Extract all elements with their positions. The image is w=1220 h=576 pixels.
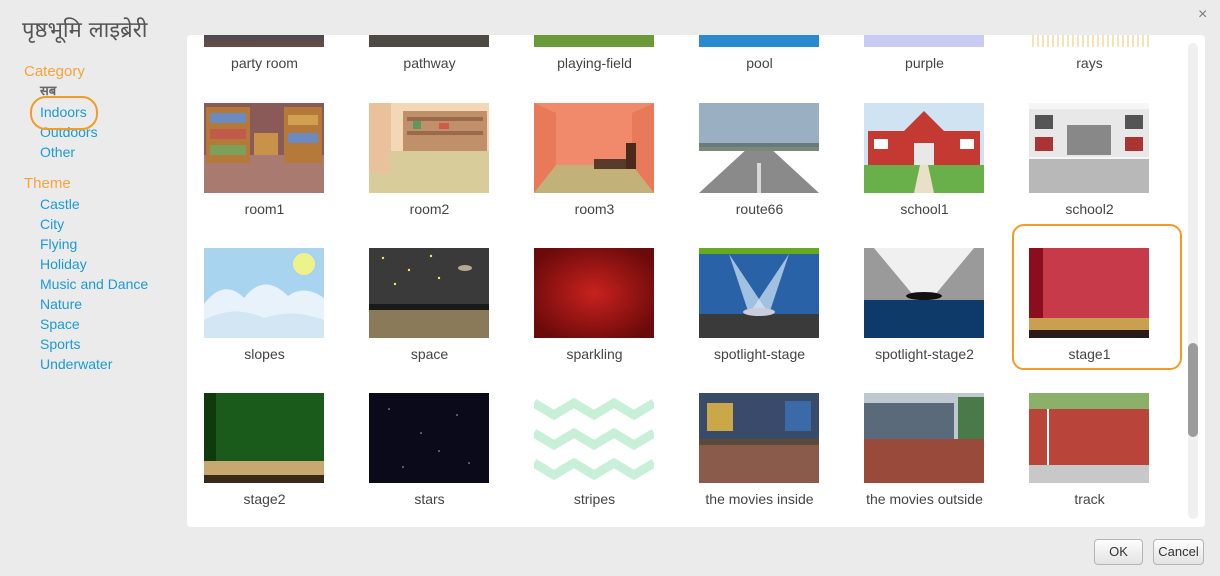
sidebar: Category सब Indoors Outdoors Other Theme… xyxy=(24,62,184,374)
thumb-pathway-partial[interactable] xyxy=(369,35,489,47)
backdrop-library-dialog: पृष्ठभूमि लाइब्रेरी × Category सब Indoor… xyxy=(0,0,1220,576)
tile-label: room3 xyxy=(574,201,615,217)
category-item-other[interactable]: Other xyxy=(24,142,184,162)
theme-title: Theme xyxy=(24,175,71,192)
tile-spotlight-stage[interactable]: spotlight-stage xyxy=(682,248,847,388)
thumb-rays-partial[interactable] xyxy=(1029,35,1149,47)
theme-item-underwater[interactable]: Underwater xyxy=(24,354,184,374)
tile-label: the movies inside xyxy=(705,491,814,507)
thumbnail-school1 xyxy=(864,103,984,193)
close-icon[interactable]: × xyxy=(1198,6,1207,24)
tile-label: space xyxy=(410,346,449,362)
thumbnail-room2 xyxy=(369,103,489,193)
tile-stage2[interactable]: stage2 xyxy=(187,393,352,527)
tile-label: school2 xyxy=(1065,201,1114,217)
tile-stars[interactable]: stars xyxy=(352,393,517,527)
tile-label[interactable]: party room xyxy=(187,55,342,71)
tile-label: school1 xyxy=(900,201,949,217)
thumbnail-slopes xyxy=(204,248,324,338)
tile-label[interactable]: pool xyxy=(682,55,837,71)
thumbnail-the-movies-inside xyxy=(699,393,819,483)
tile-sparkling[interactable]: sparkling xyxy=(517,248,682,388)
tile-label: room2 xyxy=(409,201,450,217)
tile-label: route66 xyxy=(735,201,784,217)
theme-item-space[interactable]: Space xyxy=(24,314,184,334)
tile-school2[interactable]: school2 xyxy=(1012,103,1177,243)
thumb-pool-partial[interactable] xyxy=(699,35,819,47)
thumb-purple-partial[interactable] xyxy=(864,35,984,47)
tile-label: room1 xyxy=(244,201,285,217)
theme-item-holiday[interactable]: Holiday xyxy=(24,254,184,274)
thumbnail-room3 xyxy=(534,103,654,193)
thumbnail-spotlight-stage xyxy=(699,248,819,338)
theme-item-flying[interactable]: Flying xyxy=(24,234,184,254)
tile-label: the movies outside xyxy=(866,491,983,507)
theme-item-nature[interactable]: Nature xyxy=(24,294,184,314)
thumb-playing-field-partial[interactable] xyxy=(534,35,654,47)
theme-item-city[interactable]: City xyxy=(24,214,184,234)
tile-school1[interactable]: school1 xyxy=(847,103,1012,243)
backdrop-grid-panel: party room pathway playing-field pool pu… xyxy=(187,35,1205,527)
tile-label[interactable]: purple xyxy=(847,55,1002,71)
thumbnail-the-movies-outside xyxy=(864,393,984,483)
thumbnail-stars xyxy=(369,393,489,483)
tile-label: slopes xyxy=(244,346,285,362)
tile-stage1[interactable]: stage1 xyxy=(1012,224,1182,388)
thumbnail-stage2 xyxy=(204,393,324,483)
tile-room2[interactable]: room2 xyxy=(352,103,517,243)
thumbnail-space xyxy=(369,248,489,338)
tile-label: sparkling xyxy=(566,346,623,362)
cancel-button[interactable]: Cancel xyxy=(1153,539,1204,565)
tile-label[interactable]: playing-field xyxy=(517,55,672,71)
thumbnail-stripes xyxy=(534,393,654,483)
category-title: Category xyxy=(24,63,85,80)
thumbnail-school2 xyxy=(1029,103,1149,193)
category-item-indoors[interactable]: Indoors xyxy=(24,96,184,130)
tile-label: stars xyxy=(414,491,445,507)
tile-label[interactable]: rays xyxy=(1012,55,1167,71)
tile-the-movies-outside[interactable]: the movies outside xyxy=(847,393,1012,527)
thumbnail-track xyxy=(1029,393,1149,483)
tile-label: stage2 xyxy=(243,491,286,507)
theme-item-sports[interactable]: Sports xyxy=(24,334,184,354)
scrollbar-track[interactable] xyxy=(1188,43,1198,519)
thumbnail-stage1 xyxy=(1029,248,1149,338)
thumbnail-room1 xyxy=(204,103,324,193)
tile-label: stage1 xyxy=(1068,346,1111,362)
tile-stripes[interactable]: stripes xyxy=(517,393,682,527)
tile-label: track xyxy=(1074,491,1105,507)
tile-space[interactable]: space xyxy=(352,248,517,388)
tile-label: stripes xyxy=(573,491,616,507)
tile-slopes[interactable]: slopes xyxy=(187,248,352,388)
tile-room3[interactable]: room3 xyxy=(517,103,682,243)
tile-the-movies-inside[interactable]: the movies inside xyxy=(682,393,847,527)
thumbnail-route66 xyxy=(699,103,819,193)
thumbnail-spotlight-stage2 xyxy=(864,248,984,338)
theme-item-castle[interactable]: Castle xyxy=(24,194,184,214)
scrollbar-thumb[interactable] xyxy=(1188,343,1198,437)
theme-item-music-and-dance[interactable]: Music and Dance xyxy=(24,274,184,294)
tile-label: spotlight-stage xyxy=(713,346,806,362)
tile-label[interactable]: pathway xyxy=(352,55,507,71)
thumbnail-sparkling xyxy=(534,248,654,338)
dialog-title: पृष्ठभूमि लाइब्रेरी xyxy=(22,18,148,43)
tile-track[interactable]: track xyxy=(1012,393,1177,527)
tile-label: spotlight-stage2 xyxy=(875,346,974,362)
tile-route66[interactable]: route66 xyxy=(682,103,847,243)
ok-button[interactable]: OK xyxy=(1094,539,1143,565)
tile-room1[interactable]: room1 xyxy=(187,103,352,243)
thumb-party-room-partial[interactable] xyxy=(204,35,324,47)
tile-spotlight-stage2[interactable]: spotlight-stage2 xyxy=(847,248,1012,388)
